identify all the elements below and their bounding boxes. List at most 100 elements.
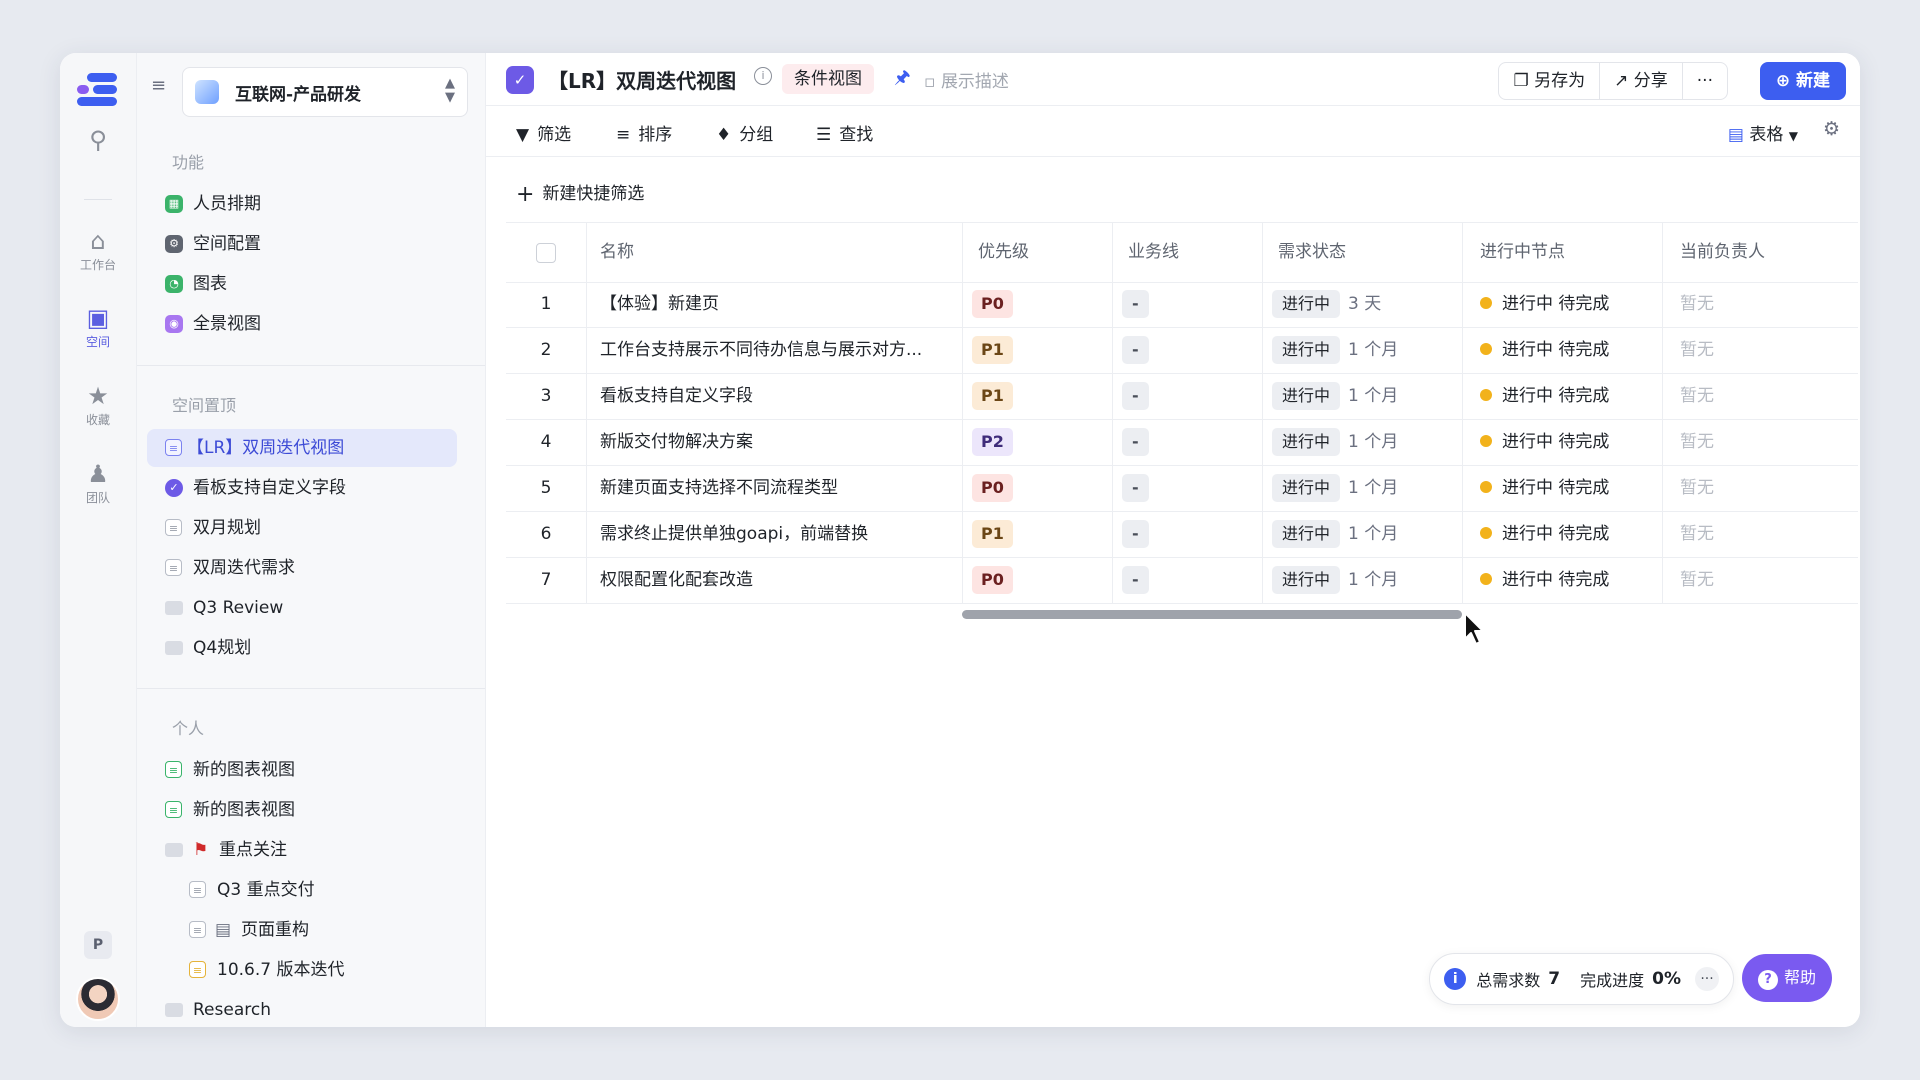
sidebar-item-q4-plan[interactable]: Q4规划: [147, 629, 457, 667]
sidebar-item-focus-folder[interactable]: ⚑ 重点关注: [147, 831, 457, 869]
priority-tag[interactable]: P1: [972, 520, 1013, 548]
help-button[interactable]: ? 帮助: [1741, 954, 1832, 1002]
collapse-sidebar-icon[interactable]: ≡: [151, 75, 166, 96]
rail-space[interactable]: ▣ 空间: [60, 305, 136, 350]
rail-team[interactable]: ♟ 团队: [60, 461, 136, 506]
gear-icon[interactable]: ⚙: [1823, 118, 1840, 140]
share-button[interactable]: ↗ 分享: [1600, 63, 1683, 99]
requirement-name[interactable]: 需求终止提供单独goapi，前端替换: [600, 511, 950, 557]
owner-cell[interactable]: 暂无: [1680, 557, 1714, 603]
column-header[interactable]: 名称: [600, 223, 634, 282]
sidebar-item-research[interactable]: Research: [147, 991, 457, 1027]
node-cell[interactable]: 进行中 待完成: [1480, 557, 1609, 603]
node-cell[interactable]: 进行中 待完成: [1480, 281, 1609, 327]
business-line-tag[interactable]: -: [1122, 336, 1149, 364]
group-button[interactable]: ♦ 分组: [716, 120, 773, 145]
business-line-tag[interactable]: -: [1122, 290, 1149, 318]
filter-button[interactable]: ▼ 筛选: [516, 120, 571, 145]
horizontal-scrollbar[interactable]: [962, 610, 1462, 619]
owner-cell[interactable]: 暂无: [1680, 511, 1714, 557]
requirement-name[interactable]: 看板支持自定义字段: [600, 373, 950, 419]
sidebar-item-space-config[interactable]: ⚙ 空间配置: [147, 225, 457, 263]
owner-cell[interactable]: 暂无: [1680, 419, 1714, 465]
column-header[interactable]: 进行中节点: [1480, 223, 1565, 282]
requirement-name[interactable]: 新建页面支持选择不同流程类型: [600, 465, 950, 511]
column-header[interactable]: 优先级: [978, 223, 1029, 282]
owner-cell[interactable]: 暂无: [1680, 373, 1714, 419]
business-line-tag[interactable]: -: [1122, 520, 1149, 548]
save-as-button[interactable]: ❐ 另存为: [1499, 63, 1601, 99]
table-row[interactable]: 3 看板支持自定义字段 P1 - 进行中 1 个月 进行中 待完成 暂无: [506, 373, 1858, 420]
priority-tag[interactable]: P0: [972, 474, 1013, 502]
sidebar-item-biweekly-view[interactable]: ≡ 【LR】双周迭代视图: [147, 429, 457, 467]
sidebar-item-q3-review[interactable]: Q3 Review: [147, 589, 457, 627]
owner-cell[interactable]: 暂无: [1680, 465, 1714, 511]
sidebar-item-q3-delivery[interactable]: ≡ Q3 重点交付: [147, 871, 457, 909]
node-cell[interactable]: 进行中 待完成: [1480, 373, 1609, 419]
status-badge[interactable]: 进行中: [1272, 336, 1341, 364]
node-cell[interactable]: 进行中 待完成: [1480, 465, 1609, 511]
new-button[interactable]: ⊕ 新建: [1759, 62, 1846, 100]
requirement-name[interactable]: 新版交付物解决方案: [600, 419, 950, 465]
status-badge[interactable]: 进行中: [1272, 474, 1341, 502]
show-description-button[interactable]: ▫ 展示描述: [924, 67, 1009, 92]
business-line-tag[interactable]: -: [1122, 428, 1149, 456]
table-row[interactable]: 7 权限配置化配套改造 P0 - 进行中 1 个月 进行中 待完成 暂无: [506, 557, 1858, 604]
requirement-name[interactable]: 权限配置化配套改造: [600, 557, 950, 603]
priority-tag[interactable]: P1: [972, 336, 1013, 364]
info-icon[interactable]: i: [754, 67, 772, 85]
column-header[interactable]: 业务线: [1128, 223, 1179, 282]
table-row[interactable]: 4 新版交付物解决方案 P2 - 进行中 1 个月 进行中 待完成 暂无: [506, 419, 1858, 466]
pin-icon[interactable]: 🖈: [894, 65, 911, 95]
user-initial-badge[interactable]: P: [84, 931, 112, 959]
status-badge[interactable]: 进行中: [1272, 428, 1341, 456]
app-logo[interactable]: [73, 69, 121, 109]
search-icon[interactable]: ⚲: [60, 127, 136, 153]
status-badge[interactable]: 进行中: [1272, 566, 1341, 594]
sidebar-item-version-iteration[interactable]: ≡ 10.6.7 版本迭代: [147, 951, 457, 989]
requirement-name[interactable]: 工作台支持展示不同待办信息与展示对方...: [600, 327, 950, 373]
more-button[interactable]: ···: [1683, 63, 1727, 99]
priority-tag[interactable]: P0: [972, 566, 1013, 594]
status-badge[interactable]: 进行中: [1272, 290, 1341, 318]
table-row[interactable]: 6 需求终止提供单独goapi，前端替换 P1 - 进行中 1 个月 进行中 待完成 暂无: [506, 511, 1858, 558]
space-selector[interactable]: 互联网-产品研发 ▲ ▼: [182, 67, 468, 117]
requirement-name[interactable]: 【体验】新建页: [600, 281, 950, 327]
owner-cell[interactable]: 暂无: [1680, 327, 1714, 373]
node-cell[interactable]: 进行中 待完成: [1480, 327, 1609, 373]
sidebar-item-schedule[interactable]: ▦ 人员排期: [147, 185, 457, 223]
business-line-tag[interactable]: -: [1122, 382, 1149, 410]
sort-button[interactable]: ≡ 排序: [616, 120, 672, 145]
sidebar-item-panorama[interactable]: ◉ 全景视图: [147, 305, 457, 343]
rail-favorites[interactable]: ★ 收藏: [60, 383, 136, 428]
priority-tag[interactable]: P1: [972, 382, 1013, 410]
priority-tag[interactable]: P0: [972, 290, 1013, 318]
sidebar-item-page-rebuild[interactable]: ≡ ▤ 页面重构: [147, 911, 457, 949]
status-badge[interactable]: 进行中: [1272, 520, 1341, 548]
sidebar-item-biweekly-requirements[interactable]: ≡ 双周迭代需求: [147, 549, 457, 587]
select-all-checkbox[interactable]: [536, 243, 556, 263]
status-badge[interactable]: 进行中: [1272, 382, 1341, 410]
stats-more-button[interactable]: ···: [1695, 967, 1719, 991]
business-line-tag[interactable]: -: [1122, 566, 1149, 594]
priority-tag[interactable]: P2: [972, 428, 1013, 456]
page-title[interactable]: 【LR】双周迭代视图: [548, 65, 736, 94]
owner-cell[interactable]: 暂无: [1680, 281, 1714, 327]
table-row[interactable]: 5 新建页面支持选择不同流程类型 P0 - 进行中 1 个月 进行中 待完成 暂无: [506, 465, 1858, 512]
rail-workbench[interactable]: ⌂ 工作台: [60, 228, 136, 273]
node-cell[interactable]: 进行中 待完成: [1480, 419, 1609, 465]
node-cell[interactable]: 进行中 待完成: [1480, 511, 1609, 557]
sidebar-item-chart[interactable]: ◔ 图表: [147, 265, 457, 303]
sidebar-item-kanban-fields[interactable]: ✓ 看板支持自定义字段: [147, 469, 457, 507]
view-mode-switch[interactable]: ▤ 表格 ▼: [1728, 120, 1798, 145]
sidebar-item-bimonthly-plan[interactable]: ≡ 双月规划: [147, 509, 457, 547]
find-button[interactable]: ☰ 查找: [816, 120, 873, 145]
table-row[interactable]: 1 【体验】新建页 P0 - 进行中 3 天 进行中 待完成 暂无: [506, 281, 1858, 328]
business-line-tag[interactable]: -: [1122, 474, 1149, 502]
sidebar-item-new-chart-view[interactable]: ≡ 新的图表视图: [147, 751, 457, 789]
column-header[interactable]: 当前负责人: [1680, 223, 1765, 282]
table-row[interactable]: 2 工作台支持展示不同待办信息与展示对方... P1 - 进行中 1 个月 进行中 待完成 暂…: [506, 327, 1858, 374]
column-header[interactable]: 需求状态: [1278, 223, 1346, 282]
avatar[interactable]: [76, 977, 120, 1021]
sidebar-item-new-chart-view[interactable]: ≡ 新的图表视图: [147, 791, 457, 829]
